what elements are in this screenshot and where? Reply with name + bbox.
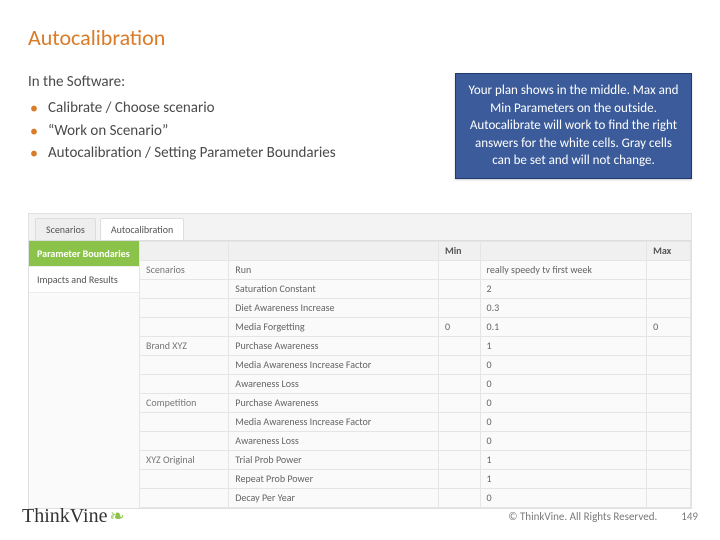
cell-max bbox=[647, 260, 691, 279]
table-row: ScenariosRun really speedy tv first week bbox=[140, 260, 691, 279]
cell-min bbox=[438, 298, 480, 317]
footer: ThinkVine❧ © ThinkVine. All Rights Reser… bbox=[0, 505, 720, 528]
col-param bbox=[229, 241, 439, 260]
slide-title: Autocalibration bbox=[28, 24, 692, 51]
cell-label: Awareness Loss bbox=[229, 374, 439, 393]
tab-autocalibration[interactable]: Autocalibration bbox=[100, 218, 184, 240]
copyright-text: © ThinkVine. All Rights Reserved. bbox=[508, 510, 657, 523]
cell-max: 0 bbox=[647, 317, 691, 336]
cell-group bbox=[140, 431, 229, 450]
cell-min bbox=[438, 450, 480, 469]
cell-label: Media Forgetting bbox=[229, 317, 439, 336]
cell-label: Trial Prob Power bbox=[229, 450, 439, 469]
col-max: Max bbox=[647, 241, 691, 260]
app-screenshot: Scenarios Autocalibration Parameter Boun… bbox=[28, 213, 692, 509]
table-row: Awareness Loss 0 bbox=[140, 374, 691, 393]
cell-val: 0 bbox=[480, 431, 647, 450]
app-sidebar: Parameter Boundaries Impacts and Results bbox=[29, 241, 139, 508]
cell-min bbox=[438, 260, 480, 279]
cell-val: 0 bbox=[480, 412, 647, 431]
bullet-list: Calibrate / Choose scenario “Work on Sce… bbox=[28, 97, 439, 165]
callout-box: Your plan shows in the middle. Max and M… bbox=[455, 73, 692, 179]
cell-label: Run bbox=[229, 260, 439, 279]
col-min: Min bbox=[438, 241, 480, 260]
table-row: Diet Awareness Increase 0.3 bbox=[140, 298, 691, 317]
cell-max bbox=[647, 412, 691, 431]
cell-group: XYZ Original bbox=[140, 450, 229, 469]
table-row: Media Awareness Increase Factor 0 bbox=[140, 412, 691, 431]
cell-val: 1 bbox=[480, 469, 647, 488]
cell-group bbox=[140, 317, 229, 336]
cell-label: Diet Awareness Increase bbox=[229, 298, 439, 317]
cell-group bbox=[140, 469, 229, 488]
cell-group bbox=[140, 279, 229, 298]
bullet-item: Calibrate / Choose scenario bbox=[44, 97, 439, 120]
parameter-table: Min Max ScenariosRun really speedy tv fir… bbox=[139, 241, 691, 508]
cell-min: 0 bbox=[438, 317, 480, 336]
cell-val: 0.1 bbox=[480, 317, 647, 336]
cell-max bbox=[647, 374, 691, 393]
bullet-item: Autocalibration / Setting Parameter Boun… bbox=[44, 142, 439, 165]
table-row: Media Awareness Increase Factor 0 bbox=[140, 355, 691, 374]
table-row: Media Forgetting00.10 bbox=[140, 317, 691, 336]
cell-val: really speedy tv first week bbox=[480, 260, 647, 279]
cell-group bbox=[140, 374, 229, 393]
cell-min bbox=[438, 355, 480, 374]
cell-label: Purchase Awareness bbox=[229, 336, 439, 355]
cell-label: Media Awareness Increase Factor bbox=[229, 355, 439, 374]
app-tabstrip: Scenarios Autocalibration bbox=[29, 214, 691, 241]
cell-max bbox=[647, 450, 691, 469]
table-row: Saturation Constant 2 bbox=[140, 279, 691, 298]
cell-val: 0 bbox=[480, 393, 647, 412]
tab-scenarios[interactable]: Scenarios bbox=[35, 218, 96, 240]
page-number: 149 bbox=[681, 510, 698, 523]
sidebar-item-parameter-boundaries[interactable]: Parameter Boundaries bbox=[29, 241, 139, 267]
cell-min bbox=[438, 279, 480, 298]
intro-text: In the Software: bbox=[28, 73, 439, 91]
cell-val: 2 bbox=[480, 279, 647, 298]
col-group bbox=[140, 241, 229, 260]
table-row: Brand XYZPurchase Awareness 1 bbox=[140, 336, 691, 355]
cell-group: Scenarios bbox=[140, 260, 229, 279]
cell-min bbox=[438, 336, 480, 355]
logo: ThinkVine❧ bbox=[22, 505, 125, 528]
cell-group bbox=[140, 355, 229, 374]
cell-group: Competition bbox=[140, 393, 229, 412]
cell-max bbox=[647, 355, 691, 374]
cell-label: Saturation Constant bbox=[229, 279, 439, 298]
sidebar-item-impacts-results[interactable]: Impacts and Results bbox=[29, 267, 139, 293]
cell-group bbox=[140, 412, 229, 431]
cell-max bbox=[647, 431, 691, 450]
cell-min bbox=[438, 431, 480, 450]
cell-val: 0 bbox=[480, 355, 647, 374]
col-val bbox=[480, 241, 647, 260]
cell-max bbox=[647, 469, 691, 488]
cell-label: Media Awareness Increase Factor bbox=[229, 412, 439, 431]
table-row: Awareness Loss 0 bbox=[140, 431, 691, 450]
cell-max bbox=[647, 336, 691, 355]
cell-val: 0.3 bbox=[480, 298, 647, 317]
cell-val: 1 bbox=[480, 336, 647, 355]
table-row: Repeat Prob Power 1 bbox=[140, 469, 691, 488]
cell-max bbox=[647, 393, 691, 412]
cell-label: Awareness Loss bbox=[229, 431, 439, 450]
cell-min bbox=[438, 393, 480, 412]
table-row: XYZ OriginalTrial Prob Power 1 bbox=[140, 450, 691, 469]
cell-group bbox=[140, 298, 229, 317]
cell-max bbox=[647, 279, 691, 298]
cell-max bbox=[647, 298, 691, 317]
bullet-item: “Work on Scenario” bbox=[44, 120, 439, 143]
cell-val: 0 bbox=[480, 374, 647, 393]
cell-min bbox=[438, 374, 480, 393]
cell-label: Repeat Prob Power bbox=[229, 469, 439, 488]
cell-val: 1 bbox=[480, 450, 647, 469]
cell-label: Purchase Awareness bbox=[229, 393, 439, 412]
cell-min bbox=[438, 412, 480, 431]
cell-min bbox=[438, 469, 480, 488]
leaf-icon: ❧ bbox=[109, 506, 124, 526]
table-row: CompetitionPurchase Awareness 0 bbox=[140, 393, 691, 412]
cell-group: Brand XYZ bbox=[140, 336, 229, 355]
